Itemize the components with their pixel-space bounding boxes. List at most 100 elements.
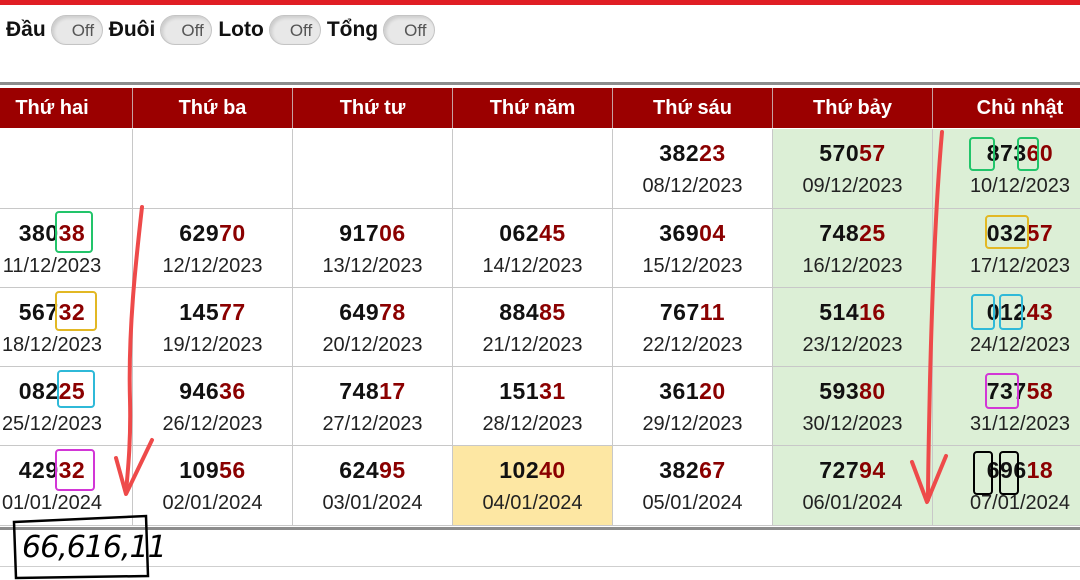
day-cell[interactable]: 62495 03/01/2024 (293, 446, 453, 526)
day-cell[interactable]: 64978 20/12/2023 (293, 288, 453, 367)
filter-tong: Tổng Off (327, 15, 436, 45)
result-date: 21/12/2023 (482, 334, 583, 356)
day-cell[interactable]: 88485 21/12/2023 (453, 288, 613, 367)
result-head-digits: 737 (986, 378, 1027, 404)
day-cell[interactable]: 69618 07/01/2024 (933, 446, 1080, 526)
result-date: 22/12/2023 (642, 334, 743, 356)
result-tail-digits: 78 (379, 299, 406, 325)
filter-duoi-toggle[interactable]: Off (160, 15, 213, 45)
result-tail-digits: 67 (699, 457, 726, 483)
day-cell[interactable]: 06245 14/12/2023 (453, 209, 613, 288)
day-cell[interactable]: 38267 05/01/2024 (613, 446, 773, 526)
day-cell[interactable]: 91706 13/12/2023 (293, 209, 453, 288)
result-date: 18/12/2023 (1, 334, 103, 356)
result-date: 01/01/2024 (1, 492, 103, 514)
result-tail-digits: 85 (539, 299, 566, 325)
day-cell[interactable]: 56732 18/12/2023 (0, 288, 133, 367)
day-cell[interactable]: 74825 16/12/2023 (773, 209, 933, 288)
result-head-digits: 624 (339, 457, 380, 483)
result-head-digits: 361 (659, 378, 700, 404)
result-head-digits: 429 (18, 457, 59, 483)
result-tail-digits: 31 (539, 378, 566, 404)
result-date: 09/12/2023 (802, 175, 903, 197)
result-date: 04/01/2024 (482, 492, 583, 514)
result-number: 62970 (133, 220, 292, 247)
day-cell[interactable]: 62970 12/12/2023 (133, 209, 293, 288)
result-tail-digits: 57 (1026, 220, 1054, 246)
day-cell[interactable]: 36120 29/12/2023 (613, 367, 773, 446)
results-calendar: Thứ hai Thứ ba Thứ tư Thứ năm Thứ sáu Thứ bảy… (0, 88, 1080, 526)
day-cell[interactable]: 87360 10/12/2023 (933, 129, 1080, 209)
day-cell[interactable]: 10956 02/01/2024 (133, 446, 293, 526)
result-head-digits: 102 (499, 457, 540, 483)
result-number: 36120 (613, 378, 772, 405)
result-date: 24/12/2023 (969, 334, 1071, 356)
day-header: Thứ tư (293, 88, 453, 128)
day-cell[interactable]: 74817 27/12/2023 (293, 367, 453, 446)
filter-duoi: Đuôi Off (109, 15, 213, 45)
result-head-digits: 649 (339, 299, 380, 325)
result-tail-digits: 16 (859, 299, 886, 325)
day-cell[interactable]: 15131 28/12/2023 (453, 367, 613, 446)
result-head-digits: 369 (659, 220, 700, 246)
day-cell[interactable]: 76711 22/12/2023 (613, 288, 773, 367)
result-tail-digits: 57 (859, 140, 886, 166)
result-number: 91706 (293, 220, 452, 247)
result-tail-digits: 77 (219, 299, 246, 325)
day-cell[interactable]: 73758 31/12/2023 (933, 367, 1080, 446)
day-cell[interactable]: 38038 11/12/2023 (0, 209, 133, 288)
day-cell[interactable]: 03257 17/12/2023 (933, 209, 1080, 288)
result-date: 02/01/2024 (162, 492, 263, 514)
result-date: 15/12/2023 (642, 255, 743, 277)
day-header: Thứ năm (453, 88, 613, 128)
day-cell[interactable]: 72794 06/01/2024 (773, 446, 933, 526)
day-cell[interactable]: 01243 24/12/2023 (933, 288, 1080, 367)
result-tail-digits: 23 (699, 140, 726, 166)
day-cell[interactable]: 42932 01/01/2024 (0, 446, 133, 526)
filter-tong-toggle[interactable]: Off (383, 15, 436, 45)
result-tail-digits: 25 (58, 378, 86, 404)
day-header: Thứ hai (0, 88, 133, 128)
result-number: 56732 (0, 299, 132, 326)
day-cell[interactable]: 14577 19/12/2023 (133, 288, 293, 367)
result-date: 07/01/2024 (969, 492, 1071, 514)
result-date: 28/12/2023 (482, 413, 583, 435)
day-cell[interactable]: 10240 04/01/2024 (453, 446, 613, 526)
result-date: 17/12/2023 (969, 255, 1071, 277)
day-header: Thứ sáu (613, 88, 773, 128)
result-tail-digits: 32 (58, 457, 86, 483)
result-tail-digits: 95 (379, 457, 406, 483)
result-number: 10240 (453, 457, 612, 484)
result-head-digits: 012 (986, 299, 1027, 325)
filter-loto-toggle[interactable]: Off (268, 15, 321, 45)
result-tail-digits: 60 (1026, 140, 1054, 166)
filter-dau: Đầu Off (6, 15, 103, 45)
result-date: 31/12/2023 (969, 413, 1071, 435)
result-head-digits: 593 (819, 378, 860, 404)
result-tail-digits: 94 (859, 457, 886, 483)
empty-day-cell (293, 129, 453, 209)
result-tail-digits: 36 (219, 378, 246, 404)
day-cell[interactable]: 57057 09/12/2023 (773, 129, 933, 209)
result-head-digits: 727 (819, 457, 860, 483)
day-cell[interactable]: 08225 25/12/2023 (0, 367, 133, 446)
result-tail-digits: 70 (219, 220, 246, 246)
result-date: 08/12/2023 (642, 175, 743, 197)
result-date: 11/12/2023 (2, 255, 102, 277)
result-tail-digits: 18 (1026, 457, 1054, 483)
filter-duoi-label: Đuôi (108, 18, 156, 41)
day-cell[interactable]: 59380 30/12/2023 (773, 367, 933, 446)
result-head-digits: 382 (659, 140, 700, 166)
result-head-digits: 145 (179, 299, 220, 325)
day-cell[interactable]: 36904 15/12/2023 (613, 209, 773, 288)
filter-loto-label: Loto (218, 18, 264, 41)
result-number: 74817 (293, 378, 452, 405)
day-cell[interactable]: 94636 26/12/2023 (133, 367, 293, 446)
day-cell[interactable]: 38223 08/12/2023 (613, 129, 773, 209)
toggle-state-text: Off (404, 21, 427, 40)
day-header: Chủ nhật (933, 88, 1080, 128)
filter-dau-toggle[interactable]: Off (50, 15, 103, 45)
day-cell[interactable]: 51416 23/12/2023 (773, 288, 933, 367)
result-number: 08225 (0, 378, 132, 405)
result-head-digits: 062 (499, 220, 540, 246)
